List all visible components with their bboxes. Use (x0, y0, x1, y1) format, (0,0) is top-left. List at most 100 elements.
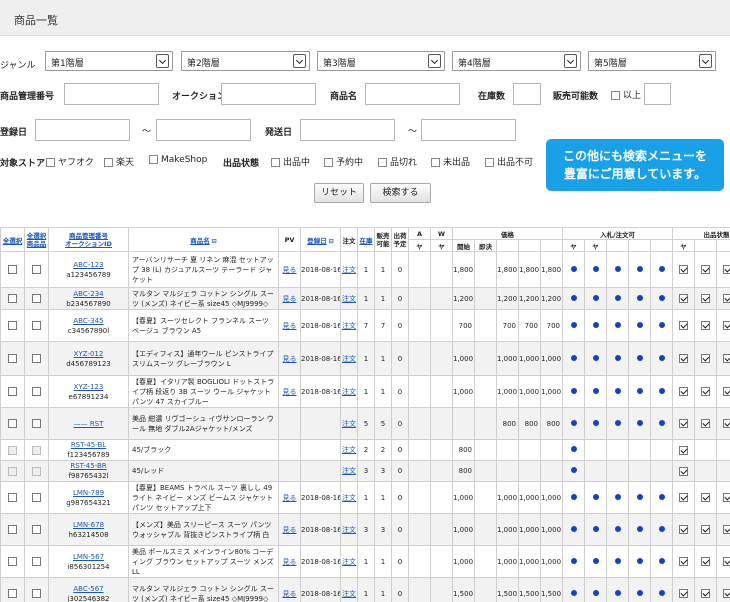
row-checkbox[interactable] (8, 493, 17, 502)
store-yahoo-checkbox[interactable]: ヤフオク (46, 155, 94, 168)
status-unlisted-checkbox[interactable]: 未出品 (431, 155, 470, 168)
row-checkbox[interactable] (32, 557, 41, 566)
code-header[interactable]: 商品管理番号 オークションID (48, 227, 129, 252)
select-all-header[interactable]: 全選択 (0, 227, 25, 252)
status-checkbox[interactable] (701, 589, 711, 598)
status-soldout-checkbox[interactable]: 品切れ (378, 155, 417, 168)
row-checkbox[interactable] (8, 387, 17, 396)
row-checkbox[interactable] (32, 294, 41, 303)
status-listed-checkbox[interactable]: 出品中 (271, 155, 310, 168)
order-link[interactable]: 注文 (342, 266, 356, 274)
reset-button[interactable]: リセット (314, 183, 364, 203)
date-header[interactable]: 登録日 ⊟ (300, 227, 341, 252)
row-checkbox[interactable] (8, 557, 17, 566)
row-checkbox[interactable] (8, 294, 17, 303)
row-checkbox[interactable] (32, 466, 41, 476)
status-checkbox[interactable] (679, 589, 689, 598)
status-checkbox[interactable] (723, 294, 730, 303)
status-checkbox[interactable] (701, 354, 711, 363)
status-checkbox[interactable] (679, 265, 689, 274)
genre-level-3-select[interactable]: 第3階層 (317, 51, 445, 71)
row-checkbox[interactable] (8, 466, 17, 476)
row-checkbox[interactable] (32, 387, 41, 396)
pv-link[interactable]: 見る (283, 322, 297, 330)
order-link[interactable]: 注文 (342, 295, 356, 303)
genre-level-5-select[interactable]: 第5階層 (588, 51, 716, 71)
pv-link[interactable]: 見る (283, 558, 297, 566)
status-reserved-checkbox[interactable]: 予約中 (324, 155, 363, 168)
row-checkbox[interactable] (32, 354, 41, 363)
store-makeshop-checkbox[interactable]: MakeShop (149, 155, 207, 165)
status-checkbox[interactable] (701, 265, 711, 274)
product-code-link[interactable]: ABC-345 (73, 317, 103, 325)
status-checkbox[interactable] (723, 265, 730, 274)
order-link[interactable]: 注文 (342, 558, 356, 566)
row-checkbox[interactable] (32, 419, 41, 428)
genre-level-2-select[interactable]: 第2階層 (181, 51, 310, 71)
genre-level-1-select[interactable]: 第1階層 (45, 51, 173, 71)
pv-link[interactable]: 見る (283, 590, 297, 598)
or-more-checkbox[interactable]: 以上 (611, 88, 641, 101)
order-link[interactable]: 注文 (342, 420, 356, 428)
row-checkbox[interactable] (32, 321, 41, 330)
order-link[interactable]: 注文 (342, 467, 356, 475)
auction-id-input[interactable] (221, 83, 316, 105)
status-checkbox[interactable] (679, 445, 689, 455)
ship-date-from-input[interactable] (300, 119, 395, 141)
status-checkbox[interactable] (679, 387, 689, 396)
row-checkbox[interactable] (32, 493, 41, 502)
status-checkbox[interactable] (679, 525, 689, 534)
status-checkbox[interactable] (701, 387, 711, 396)
product-code-link[interactable]: ABC-567 (73, 585, 103, 593)
product-id-input[interactable] (64, 83, 159, 105)
order-link[interactable]: 注文 (342, 494, 356, 502)
row-checkbox[interactable] (8, 321, 17, 330)
order-link[interactable]: 注文 (342, 590, 356, 598)
pv-link[interactable]: 見る (283, 494, 297, 502)
status-checkbox[interactable] (701, 294, 711, 303)
pv-link[interactable]: 見る (283, 266, 297, 274)
status-checkbox[interactable] (723, 321, 730, 330)
status-checkbox[interactable] (723, 387, 730, 396)
order-link[interactable]: 注文 (342, 355, 356, 363)
pv-link[interactable]: 見る (283, 526, 297, 534)
pv-link[interactable]: 見る (283, 388, 297, 396)
status-checkbox[interactable] (701, 557, 711, 566)
status-checkbox[interactable] (701, 419, 711, 428)
store-rakuten-checkbox[interactable]: 楽天 (104, 155, 134, 168)
status-checkbox[interactable] (723, 354, 730, 363)
product-code-link[interactable]: LMN-567 (73, 553, 104, 561)
row-checkbox[interactable] (8, 525, 17, 534)
pv-link[interactable]: 見る (283, 295, 297, 303)
status-checkbox[interactable] (723, 419, 730, 428)
reg-date-to-input[interactable] (156, 119, 251, 141)
row-checkbox[interactable] (32, 265, 41, 274)
row-checkbox[interactable] (8, 445, 17, 455)
status-checkbox[interactable] (701, 525, 711, 534)
row-checkbox[interactable] (8, 589, 17, 598)
genre-level-4-select[interactable]: 第4階層 (452, 51, 581, 71)
status-checkbox[interactable] (723, 589, 730, 598)
status-checkbox[interactable] (723, 557, 730, 566)
status-checkbox[interactable] (723, 525, 730, 534)
name-header[interactable]: 商品名 ⊟ (128, 227, 279, 252)
reg-date-from-input[interactable] (35, 119, 130, 141)
row-checkbox[interactable] (32, 445, 41, 455)
order-link[interactable]: 注文 (342, 322, 356, 330)
product-code-link[interactable]: LMN-789 (73, 489, 104, 497)
status-checkbox[interactable] (679, 354, 689, 363)
search-button[interactable]: 検索する (370, 183, 431, 203)
product-code-link[interactable]: XYZ-123 (74, 383, 104, 391)
product-code-link[interactable]: ABC-123 (73, 261, 103, 269)
status-checkbox[interactable] (701, 493, 711, 502)
row-checkbox[interactable] (8, 265, 17, 274)
order-link[interactable]: 注文 (342, 388, 356, 396)
sellable-input[interactable] (644, 83, 671, 105)
status-checkbox[interactable] (679, 557, 689, 566)
status-checkbox[interactable] (679, 466, 689, 476)
status-unavailable-checkbox[interactable]: 出品不可 (485, 155, 533, 168)
row-checkbox[interactable] (32, 589, 41, 598)
product-code-link[interactable]: LMN-678 (73, 521, 104, 529)
status-checkbox[interactable] (679, 493, 689, 502)
product-code-link[interactable]: ABC-234 (73, 290, 103, 298)
